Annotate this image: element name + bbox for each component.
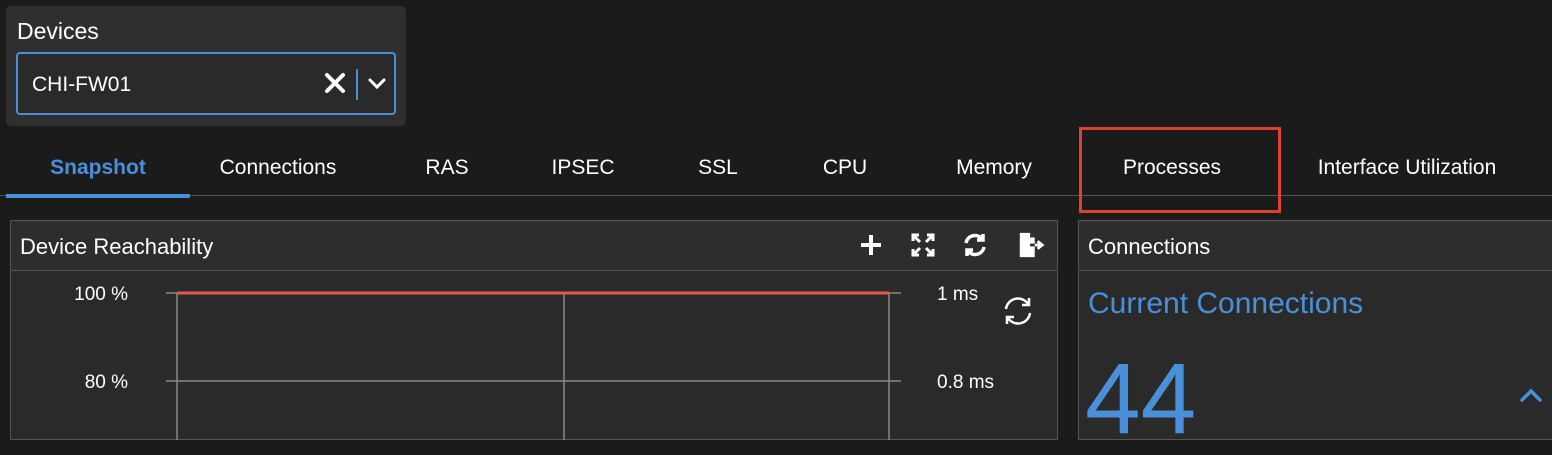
tab-ipsec[interactable]: IPSEC (528, 140, 638, 196)
expand-icon[interactable] (909, 231, 937, 259)
panel-title: Connections (1088, 234, 1211, 259)
chart-svg: 100 % 80 % 1 ms 0.8 ms (74, 284, 994, 440)
tab-bar: Snapshot Connections RAS IPSEC SSL CPU M… (0, 140, 1552, 198)
metric-value: 44 (1085, 343, 1197, 455)
tab-snapshot[interactable]: Snapshot (6, 140, 190, 198)
tab-cpu[interactable]: CPU (798, 140, 892, 196)
panel-title: Device Reachability (20, 234, 214, 259)
tab-interface-utilization[interactable]: Interface Utilization (1290, 140, 1524, 196)
tab-ras[interactable]: RAS (366, 140, 528, 196)
chevron-up-icon[interactable] (1516, 380, 1546, 410)
processes-highlight-box (1079, 127, 1281, 213)
export-icon[interactable] (1017, 231, 1045, 259)
y-left-tick: 80 % (85, 372, 128, 393)
tab-ssl[interactable]: SSL (638, 140, 798, 196)
reachability-chart: 100 % 80 % 1 ms 0.8 ms (11, 272, 1057, 440)
metric-title: Current Connections (1088, 287, 1364, 320)
device-filter-label: Devices (17, 18, 99, 44)
y-right-tick: 0.8 ms (937, 372, 994, 393)
panel-header: Device Reachability (11, 221, 1057, 271)
device-select-value: CHI-FW01 (32, 73, 132, 96)
plus-icon[interactable] (857, 231, 885, 259)
close-icon[interactable] (322, 70, 348, 96)
chevron-down-icon[interactable] (366, 72, 388, 96)
y-right-tick: 1 ms (937, 284, 978, 305)
device-filter-card: Devices CHI-FW01 (6, 6, 406, 126)
panel-header: Connections (1079, 221, 1552, 271)
tab-memory[interactable]: Memory (892, 140, 1096, 196)
device-select[interactable]: CHI-FW01 (16, 52, 396, 115)
refresh-icon[interactable] (1001, 294, 1035, 328)
y-left-tick: 100 % (74, 284, 128, 305)
tab-connections[interactable]: Connections (190, 140, 366, 196)
connections-panel: Connections Current Connections 44 (1078, 220, 1552, 449)
device-reachability-panel: Device Reachability 100 % 80 % 1 ms 0.8 … (10, 220, 1058, 440)
refresh-icon[interactable] (961, 231, 989, 259)
select-separator (356, 69, 358, 100)
